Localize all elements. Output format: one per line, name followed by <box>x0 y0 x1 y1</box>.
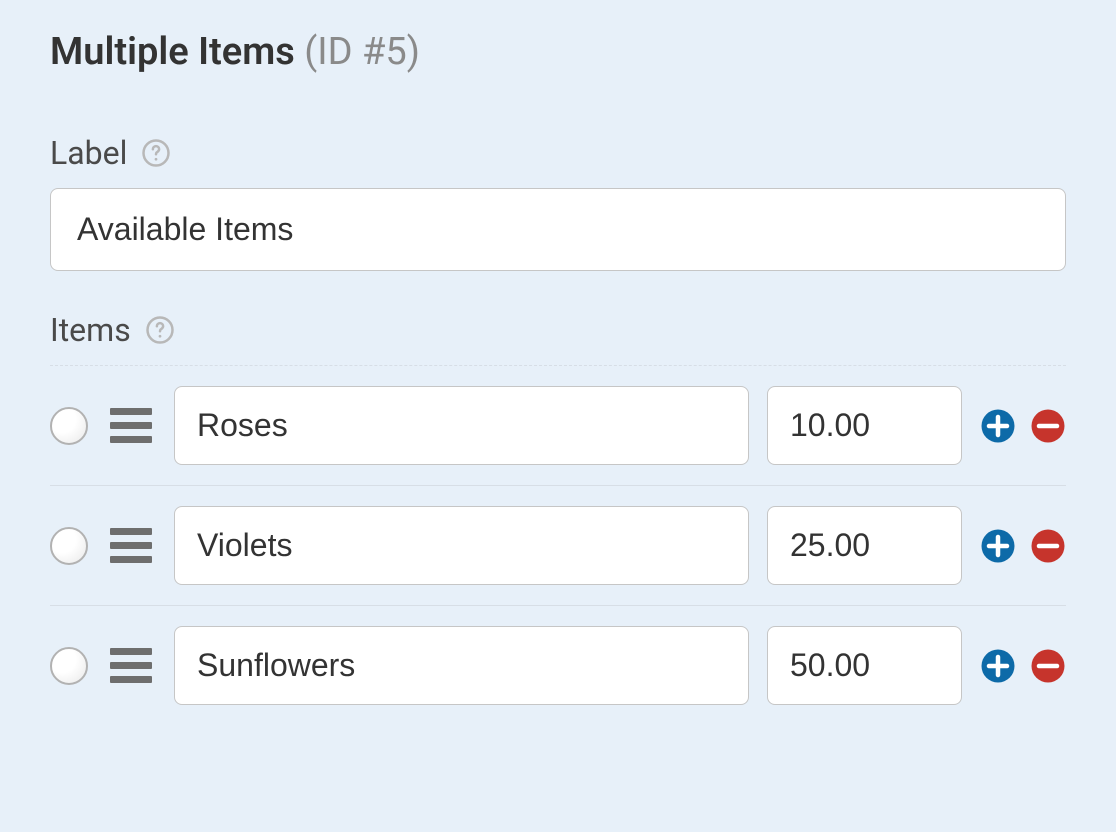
add-item-button[interactable] <box>980 408 1016 444</box>
items-field-title: Items <box>50 311 131 349</box>
label-field-section: Label <box>50 134 1066 271</box>
remove-item-button[interactable] <box>1030 528 1066 564</box>
row-actions <box>980 408 1066 444</box>
section-id: (ID #5) <box>304 30 420 74</box>
item-name-input[interactable] <box>174 506 749 585</box>
item-row <box>50 486 1066 606</box>
help-icon[interactable] <box>145 315 175 345</box>
item-price-input[interactable] <box>767 386 962 465</box>
row-actions <box>980 648 1066 684</box>
label-input[interactable] <box>50 188 1066 271</box>
row-actions <box>980 528 1066 564</box>
drag-handle-icon[interactable] <box>106 644 156 687</box>
section-title: Multiple Items <box>50 30 295 74</box>
default-radio[interactable] <box>50 527 88 565</box>
add-item-button[interactable] <box>980 648 1016 684</box>
item-price-input[interactable] <box>767 506 962 585</box>
item-name-input[interactable] <box>174 626 749 705</box>
default-radio[interactable] <box>50 407 88 445</box>
items-field-section: Items <box>50 311 1066 725</box>
item-price-input[interactable] <box>767 626 962 705</box>
drag-handle-icon[interactable] <box>106 524 156 567</box>
remove-item-button[interactable] <box>1030 408 1066 444</box>
section-header: Multiple Items (ID #5) <box>50 30 1066 74</box>
help-icon[interactable] <box>141 138 171 168</box>
label-field-label-row: Label <box>50 134 1066 172</box>
default-radio[interactable] <box>50 647 88 685</box>
label-field-title: Label <box>50 134 127 172</box>
item-name-input[interactable] <box>174 386 749 465</box>
add-item-button[interactable] <box>980 528 1016 564</box>
items-field-label-row: Items <box>50 311 1066 349</box>
drag-handle-icon[interactable] <box>106 404 156 447</box>
remove-item-button[interactable] <box>1030 648 1066 684</box>
item-row <box>50 365 1066 486</box>
items-list <box>50 365 1066 725</box>
item-row <box>50 606 1066 725</box>
